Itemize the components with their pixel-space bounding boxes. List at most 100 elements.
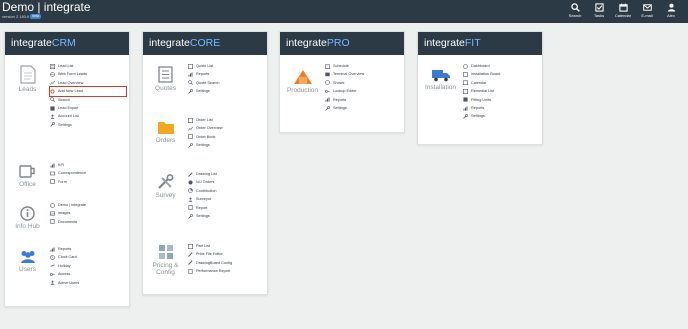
- mail-icon: [50, 171, 55, 176]
- menu-item-performance-report[interactable]: Performance Report: [188, 267, 264, 275]
- menu-item-reports[interactable]: Reports: [50, 245, 126, 253]
- units-icon: [463, 97, 468, 102]
- dashboard-icon: [463, 63, 468, 69]
- menu-item-drawing-list[interactable]: Drawing List: [188, 170, 264, 178]
- production-menu: Schedule Terminal Overview Shows Lookup …: [325, 62, 401, 112]
- menu-item-label: KPI: [58, 163, 65, 167]
- quotes-group[interactable]: Quotes: [143, 66, 188, 92]
- menu-item-label: Remedial List: [471, 89, 495, 94]
- truck-icon: [431, 70, 450, 82]
- menu-item-label: Settings: [471, 114, 485, 119]
- menu-item-order-list[interactable]: Order List: [188, 116, 264, 124]
- menu-item-label: Lead Export: [58, 105, 79, 110]
- menu-item-account-list[interactable]: Account List: [50, 112, 126, 120]
- menu-item-access[interactable]: Access: [50, 270, 126, 278]
- menu-item-reports[interactable]: Reports: [325, 96, 401, 104]
- menu-item-images[interactable]: Images: [50, 209, 126, 217]
- menu-item-holiday[interactable]: Holiday: [50, 262, 126, 270]
- fit-card: integrateFIT Installation Dashboard Inst…: [417, 31, 543, 145]
- leads-group[interactable]: Leads: [5, 65, 50, 93]
- app-title: Demo | integrate: [2, 0, 91, 14]
- wrench-icon: [188, 142, 193, 148]
- menu-item-label: Price File Editor: [196, 252, 223, 257]
- pricing-menu: Part List Price File Editor DrawingBoard…: [188, 242, 264, 276]
- menu-item-label: Part List: [196, 244, 210, 248]
- infohub-menu: Demo | integrate Images Documents: [50, 201, 126, 226]
- menu-item-contribution[interactable]: Contribution: [188, 187, 264, 195]
- menu-item-price-file-editor[interactable]: Price File Editor: [188, 250, 264, 258]
- menu-item-dashboard[interactable]: Dashboard: [463, 62, 539, 70]
- infohub-group[interactable]: Info Hub: [5, 206, 50, 230]
- menu-item-demo-integrate[interactable]: Demo | integrate: [50, 201, 126, 209]
- menu-item-active-users[interactable]: Active Users: [50, 279, 126, 287]
- menu-item-nj-orders[interactable]: N/J Orders: [188, 178, 264, 186]
- menu-item-add-new-lead[interactable]: Add New Lead: [49, 86, 127, 97]
- menu-item-lookup-editor[interactable]: Lookup Editor: [325, 87, 401, 95]
- menu-item-shows[interactable]: Shows: [325, 79, 401, 87]
- menu-item-label: Correspondence: [58, 171, 87, 176]
- menu-item-quote-list[interactable]: Quote List: [188, 62, 264, 70]
- menu-item-settings[interactable]: Settings: [50, 121, 126, 129]
- menu-item-schedule[interactable]: Schedule: [325, 62, 401, 70]
- calendar-tool[interactable]: Calendar: [612, 3, 634, 19]
- crm-card: integrateCRM Leads Lead List Web Form Le…: [4, 31, 130, 307]
- coffee-icon: [19, 165, 35, 178]
- menu-item-terminal-overview[interactable]: Terminal Overview: [325, 70, 401, 78]
- pricing-icon: [158, 245, 173, 259]
- office-group[interactable]: Office: [5, 165, 50, 188]
- office-label: Office: [19, 181, 36, 188]
- menu-item-label: Lead List: [58, 64, 74, 68]
- menu-item-report[interactable]: Report: [188, 204, 264, 212]
- menu-item-label: Drawing List: [196, 172, 217, 176]
- pricing-group[interactable]: Pricing & Config: [143, 244, 188, 276]
- leads-label: Leads: [18, 86, 37, 93]
- menu-item-order-overview[interactable]: Order Overview: [188, 124, 264, 132]
- menu-item-remedial-list[interactable]: Remedial List: [463, 87, 539, 95]
- menu-item-drawingboard-config[interactable]: DrawingBoard Config: [188, 259, 264, 267]
- version-badge: beta: [30, 14, 42, 20]
- menu-item-lead-overview[interactable]: Lead Overview: [50, 79, 126, 87]
- menu-item-reports[interactable]: Reports: [188, 70, 264, 78]
- search-tool[interactable]: Search: [564, 3, 586, 19]
- tools-icon: [157, 174, 173, 189]
- survey-label: Survey: [155, 192, 176, 199]
- menu-item-search[interactable]: Search: [50, 96, 126, 104]
- menu-item-calendar[interactable]: Calendar: [463, 79, 539, 87]
- orders-group[interactable]: Orders: [143, 120, 188, 144]
- menu-item-documents[interactable]: Documents: [50, 218, 126, 226]
- email-tool[interactable]: E-mail: [636, 3, 658, 19]
- menu-item-lead-export[interactable]: Lead Export: [50, 104, 126, 112]
- production-label: Production: [286, 87, 319, 94]
- pro-card: integratePRO Production Schedule Termina…: [279, 31, 405, 133]
- pencil-icon: [188, 252, 193, 257]
- menu-item-settings[interactable]: Settings: [188, 87, 264, 95]
- menu-item-installation-board[interactable]: Installation Board: [463, 70, 539, 78]
- menu-item-form[interactable]: Form: [50, 178, 126, 186]
- menu-item-label: Reports: [196, 72, 210, 77]
- production-group[interactable]: Production: [280, 68, 325, 94]
- menu-item-part-list[interactable]: Part List: [188, 242, 264, 250]
- menu-item-quote-search[interactable]: Quote Search: [188, 79, 264, 87]
- menu-item-settings[interactable]: Settings: [463, 112, 539, 120]
- menu-item-settings[interactable]: Settings: [188, 212, 264, 220]
- menu-item-settings[interactable]: Settings: [325, 104, 401, 112]
- menu-item-kpi[interactable]: KPI: [50, 161, 126, 169]
- menu-item-correspondence[interactable]: Correspondence: [50, 169, 126, 177]
- menu-item-surveyor[interactable]: Surveyor: [188, 195, 264, 203]
- report-icon: [188, 268, 193, 274]
- menu-item-web-form-leads[interactable]: Web Form Leads: [50, 70, 126, 78]
- menu-item-lead-list[interactable]: Lead List: [50, 62, 126, 70]
- menu-item-clock-card[interactable]: Clock Card: [50, 253, 126, 261]
- menu-item-label: Terminal Overview: [333, 72, 365, 77]
- survey-menu: Drawing List N/J Orders Contribution Sur…: [188, 170, 264, 220]
- menu-item-order-book[interactable]: Order Book: [188, 133, 264, 141]
- menu-item-fitting-units[interactable]: Fitting Units: [463, 96, 539, 104]
- installation-group[interactable]: Installation: [418, 68, 463, 91]
- menu-item-label: Settings: [196, 213, 210, 218]
- users-group[interactable]: Users: [5, 250, 50, 273]
- tasks-tool[interactable]: Tasks: [588, 3, 610, 19]
- user-tool[interactable]: Alex: [660, 3, 682, 19]
- menu-item-reports[interactable]: Reports: [463, 104, 539, 112]
- menu-item-settings[interactable]: Settings: [188, 141, 264, 149]
- survey-group[interactable]: Survey: [143, 174, 188, 199]
